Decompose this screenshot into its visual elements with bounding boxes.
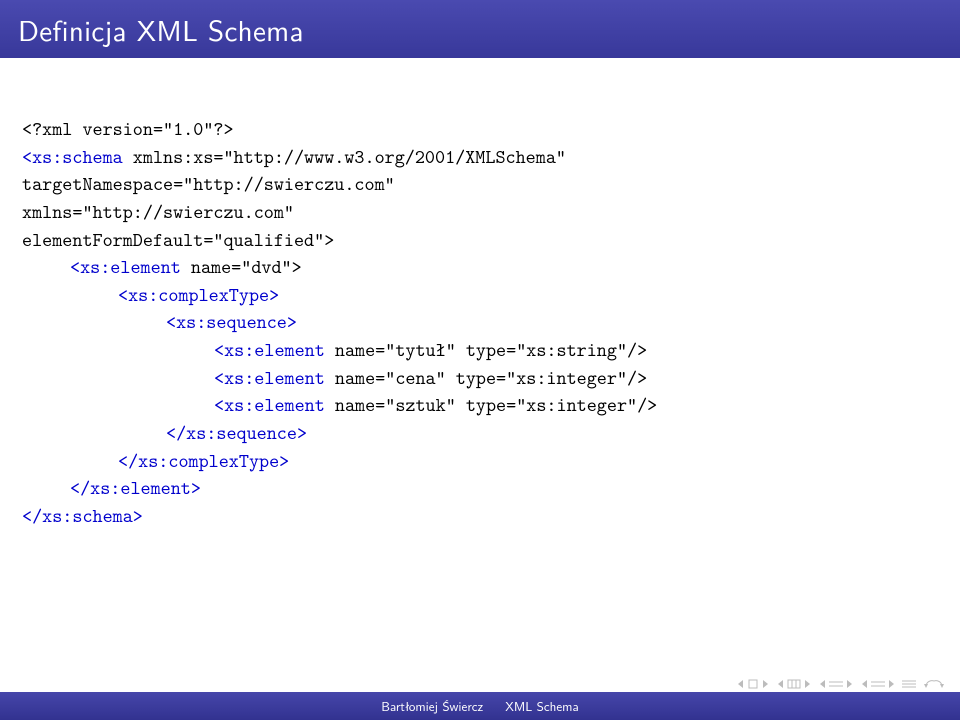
- nav-frame[interactable]: [776, 679, 812, 689]
- nav-doc[interactable]: [902, 680, 916, 688]
- xml-attr: name="sztuk" type="xs:integer"/>: [325, 392, 657, 418]
- xml-tag: <xs:element: [214, 365, 325, 391]
- beamer-nav: [736, 678, 946, 690]
- code-block: <?xml version="1.0"?> <xs:schema xmlns:x…: [0, 58, 960, 531]
- code-line: <xs:element name="sztuk" type="xs:intege…: [22, 392, 938, 420]
- code-line: <xs:schema xmlns:xs="http://www.w3.org/2…: [22, 144, 938, 172]
- xml-attr: name="tytuł" type="xs:string"/>: [325, 337, 647, 363]
- xml-attr: name="dvd">: [181, 254, 302, 280]
- xml-attr: name="cena" type="xs:integer"/>: [325, 365, 647, 391]
- footer-author: Bartłomiej Świercz: [381, 697, 483, 716]
- code-line: <xs:element name="cena" type="xs:integer…: [22, 365, 938, 393]
- code-line: <xs:sequence>: [22, 309, 938, 337]
- xml-tag: <xs:element: [70, 254, 181, 280]
- xml-tag: <xs:element: [214, 392, 325, 418]
- code-line: <xs:element name="tytuł" type="xs:string…: [22, 337, 938, 365]
- nav-back-forward[interactable]: [922, 678, 946, 690]
- nav-subsection[interactable]: [818, 679, 854, 689]
- nav-slide[interactable]: [736, 679, 770, 689]
- code-line: elementFormDefault="qualified">: [22, 227, 938, 255]
- footer-bar: Bartłomiej Świercz XML Schema: [0, 692, 960, 720]
- footer-topic: XML Schema: [505, 697, 579, 716]
- code-line: <xs:element name="dvd">: [22, 254, 938, 282]
- xml-attr: xmlns:xs="http://www.w3.org/2001/XMLSche…: [123, 144, 566, 170]
- xml-tag: <xs:element: [214, 337, 325, 363]
- code-line: xmlns="http://swierczu.com": [22, 199, 938, 227]
- slide-title: Definicja XML Schema: [18, 8, 304, 50]
- code-line: </xs:element>: [22, 475, 938, 503]
- title-bar: Definicja XML Schema: [0, 0, 960, 58]
- code-line: <xs:complexType>: [22, 282, 938, 310]
- code-line: </xs:complexType>: [22, 448, 938, 476]
- code-line: targetNamespace="http://swierczu.com": [22, 171, 938, 199]
- code-line: </xs:schema>: [22, 503, 938, 531]
- code-line: <?xml version="1.0"?>: [22, 116, 938, 144]
- xml-tag: <xs:schema: [22, 144, 123, 170]
- code-line: </xs:sequence>: [22, 420, 938, 448]
- nav-section[interactable]: [860, 679, 896, 689]
